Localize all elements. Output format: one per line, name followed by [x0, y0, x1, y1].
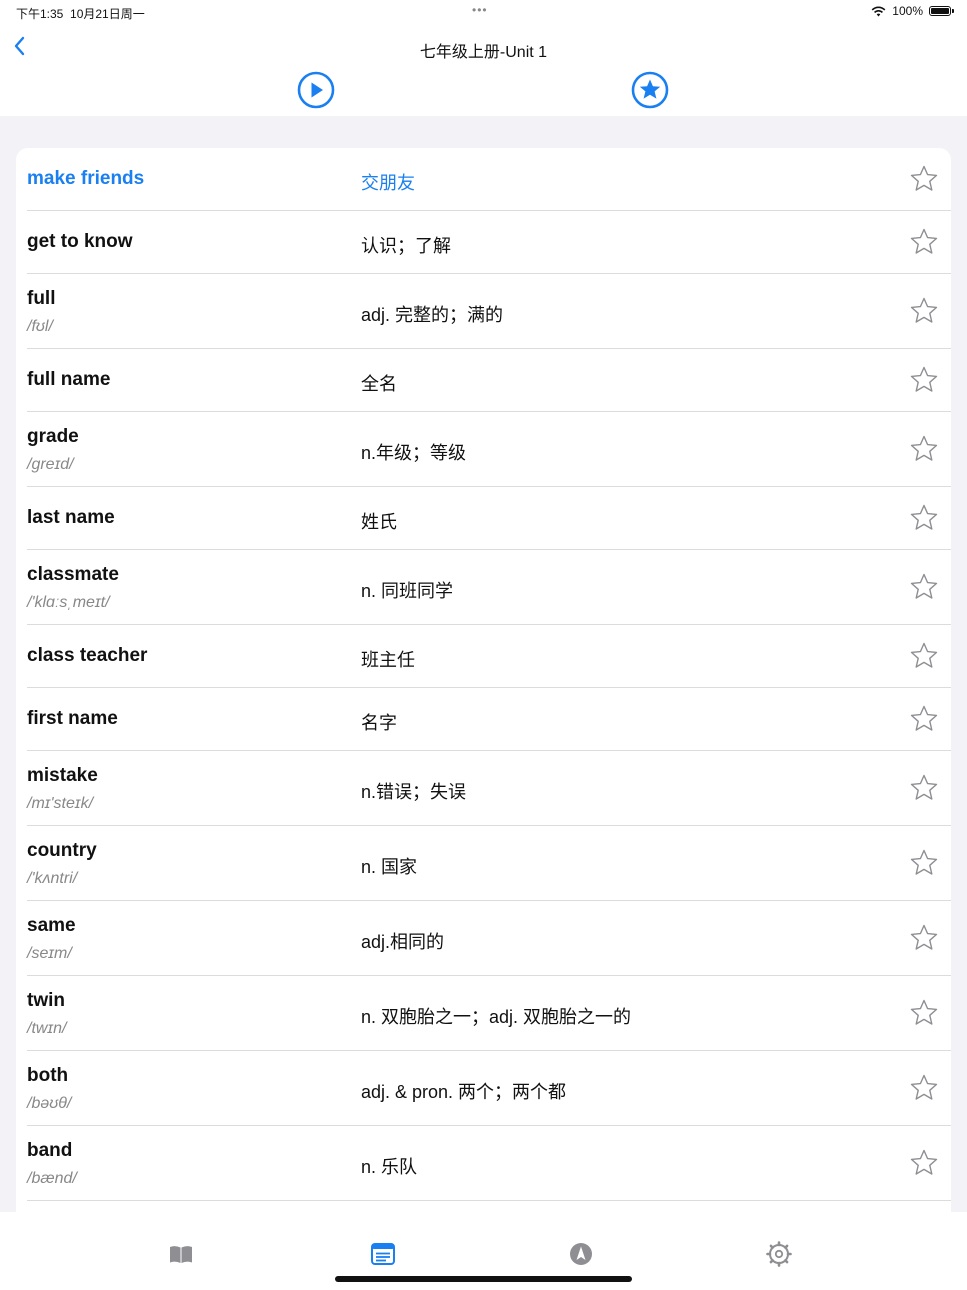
- word-chinese: n.年级；等级: [361, 443, 467, 463]
- word-english: classmate: [27, 564, 119, 585]
- word-row[interactable]: same/seɪm/adj.相同的: [27, 901, 951, 976]
- star-outline-icon[interactable]: [909, 773, 939, 803]
- word-chinese: n. 乐队: [361, 1157, 418, 1177]
- status-right: 100%: [871, 4, 954, 18]
- word-row[interactable]: grade/greɪd/n.年级；等级: [27, 412, 951, 487]
- word-chinese: 认识；了解: [361, 236, 451, 256]
- word-english: both: [27, 1065, 69, 1086]
- status-time: 下午1:35 10月21日周一: [16, 7, 145, 21]
- word-chinese: adj.相同的: [361, 932, 445, 952]
- star-outline-icon[interactable]: [909, 572, 939, 602]
- star-outline-icon[interactable]: [909, 296, 939, 326]
- list-icon[interactable]: [369, 1240, 397, 1268]
- word-chinese: 姓氏: [361, 512, 397, 532]
- word-chinese: 名字: [361, 713, 397, 733]
- word-english: same: [27, 915, 76, 936]
- word-row[interactable]: last name 姓氏: [27, 487, 951, 550]
- word-row[interactable]: mistake/mɪ'steɪk/n.错误；失误: [27, 751, 951, 826]
- star-outline-icon[interactable]: [909, 704, 939, 734]
- battery-icon: [929, 6, 954, 16]
- word-row[interactable]: first name 名字: [27, 688, 951, 751]
- word-chinese: 班主任: [361, 650, 415, 670]
- wifi-icon: [871, 6, 886, 16]
- word-english: first name: [27, 708, 118, 729]
- word-phonetic: /seɪm/: [27, 945, 72, 962]
- status-bar: 下午1:35 10月21日周一 ••• 100%: [0, 0, 967, 24]
- word-chinese: n. 同班同学: [361, 581, 454, 601]
- word-row[interactable]: twin/twɪn/n. 双胞胎之一；adj. 双胞胎之一的: [27, 976, 951, 1051]
- word-row[interactable]: full/fʊl/adj. 完整的；满的: [27, 274, 951, 349]
- star-outline-icon[interactable]: [909, 641, 939, 671]
- play-circle-icon[interactable]: [296, 70, 336, 110]
- word-phonetic: /bəʊθ/: [27, 1095, 72, 1112]
- word-phonetic: /greɪd/: [27, 456, 74, 473]
- star-outline-icon[interactable]: [909, 998, 939, 1028]
- word-row[interactable]: country /'kʌntri/n. 国家: [27, 826, 951, 901]
- word-row[interactable]: make friends 交朋友: [27, 148, 951, 211]
- battery-percent: 100%: [892, 4, 923, 18]
- word-chinese: n. 国家: [361, 857, 418, 877]
- star-outline-icon[interactable]: [909, 434, 939, 464]
- gear-icon[interactable]: [765, 1240, 793, 1268]
- word-list: make friends 交朋友 get to know 认识；了解 full/fʊl/…: [16, 148, 951, 1212]
- word-phonetic: /twɪn/: [27, 1020, 67, 1037]
- word-chinese: n. 双胞胎之一；adj. 双胞胎之一的: [361, 1007, 632, 1027]
- word-english: grade: [27, 426, 79, 447]
- navigation-bar: 七年级上册-Unit 1: [0, 24, 967, 116]
- word-english: get to know: [27, 231, 133, 252]
- star-circle-icon[interactable]: [630, 70, 670, 110]
- word-phonetic: /'kʌntri/: [27, 870, 78, 887]
- word-english: mistake: [27, 765, 98, 786]
- star-outline-icon[interactable]: [909, 1148, 939, 1178]
- word-english: full: [27, 288, 56, 309]
- word-phonetic: /bænd/: [27, 1170, 77, 1187]
- word-chinese: 交朋友: [361, 173, 415, 193]
- star-outline-icon[interactable]: [909, 365, 939, 395]
- star-outline-icon[interactable]: [909, 227, 939, 257]
- word-english: class teacher: [27, 645, 148, 666]
- word-phonetic: /mɪ'steɪk/: [27, 795, 94, 812]
- word-chinese: adj. & pron. 两个；两个都: [361, 1082, 567, 1102]
- compass-icon[interactable]: [567, 1240, 595, 1268]
- word-row[interactable]: band/bænd/n. 乐队: [27, 1126, 951, 1201]
- word-english: last name: [27, 507, 115, 528]
- star-outline-icon[interactable]: [909, 164, 939, 194]
- word-chinese: 全名: [361, 374, 397, 394]
- word-phonetic: /fʊl/: [27, 318, 53, 335]
- word-english: full name: [27, 369, 111, 390]
- word-chinese: adj. 完整的；满的: [361, 305, 504, 325]
- word-row[interactable]: classmate /'klɑːsˌmeɪt/n. 同班同学: [27, 550, 951, 625]
- word-row[interactable]: both/bəʊθ/adj. & pron. 两个；两个都: [27, 1051, 951, 1126]
- multitask-dots-icon[interactable]: •••: [472, 3, 488, 17]
- book-icon[interactable]: [167, 1240, 195, 1268]
- word-english: country: [27, 840, 97, 861]
- word-row[interactable]: full name 全名: [27, 349, 951, 412]
- word-row[interactable]: get to know 认识；了解: [27, 211, 951, 274]
- star-outline-icon[interactable]: [909, 1073, 939, 1103]
- page-title: 七年级上册-Unit 1: [419, 44, 548, 61]
- word-row[interactable]: class teacher 班主任: [27, 625, 951, 688]
- word-english: twin: [27, 990, 65, 1011]
- word-chinese: n.错误；失误: [361, 782, 467, 802]
- star-outline-icon[interactable]: [909, 848, 939, 878]
- home-indicator: [335, 1276, 632, 1282]
- word-phonetic: /'klɑːsˌmeɪt/: [27, 594, 110, 611]
- star-outline-icon[interactable]: [909, 923, 939, 953]
- word-english: band: [27, 1140, 73, 1161]
- word-english: make friends: [27, 168, 145, 189]
- star-outline-icon[interactable]: [909, 503, 939, 533]
